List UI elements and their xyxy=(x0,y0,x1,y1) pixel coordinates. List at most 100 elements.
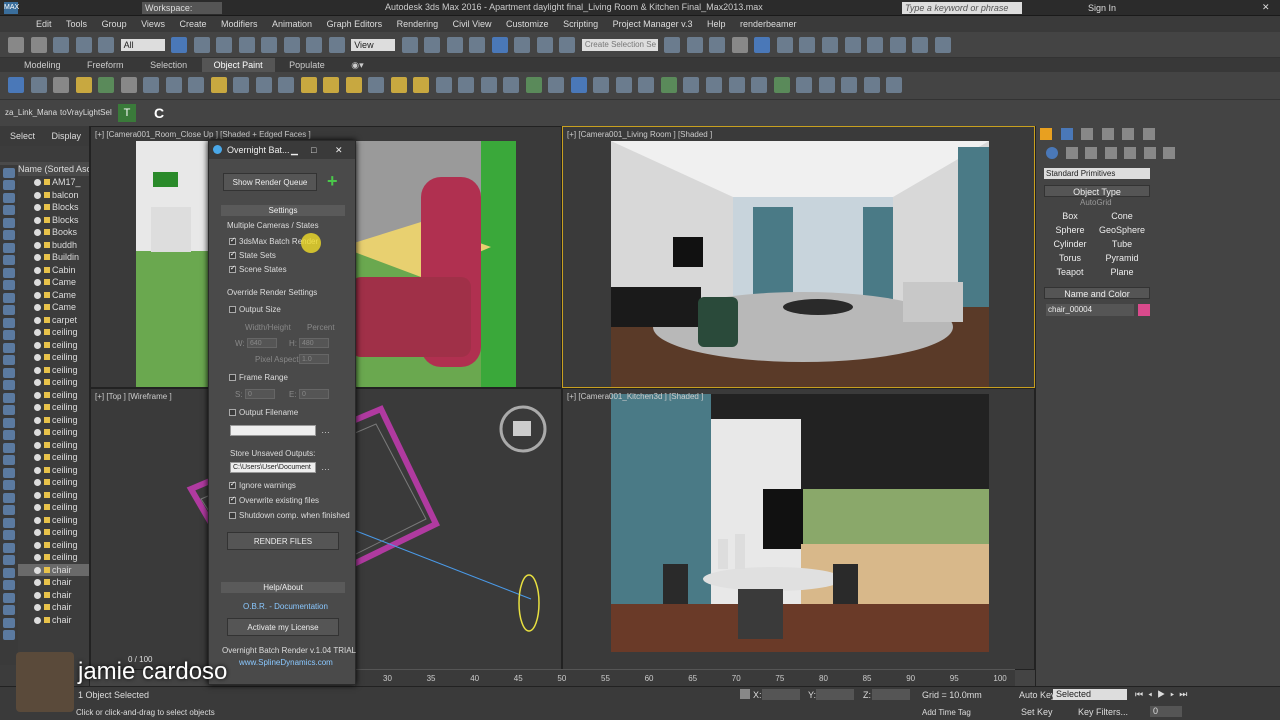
primitive-button[interactable]: Pyramid xyxy=(1097,252,1147,264)
frame-field[interactable]: 0 xyxy=(1150,706,1182,717)
menu-animation[interactable]: Animation xyxy=(266,16,318,32)
scale-icon[interactable] xyxy=(306,37,323,53)
frame-range-checkbox[interactable] xyxy=(229,374,236,381)
helpers-icon[interactable] xyxy=(1124,147,1137,159)
tools-icon[interactable] xyxy=(30,77,47,93)
settings-header[interactable]: Settings xyxy=(221,205,345,216)
tab-modeling[interactable]: Modeling xyxy=(12,58,73,72)
menu-create[interactable]: Create xyxy=(173,16,212,32)
help-about-header[interactable]: Help/About xyxy=(221,582,345,593)
filter-icon[interactable] xyxy=(3,367,15,378)
lock-selection-icon[interactable] xyxy=(740,689,750,699)
mesh-icon[interactable] xyxy=(435,77,452,93)
create-tab-icon[interactable] xyxy=(1040,128,1052,140)
workspace-dropdown[interactable]: Workspace: Default xyxy=(142,2,222,25)
show-render-queue-button[interactable]: Show Render Queue xyxy=(223,173,317,191)
filter-icon[interactable] xyxy=(3,205,15,215)
filter-icon[interactable] xyxy=(3,580,15,590)
angle-snap-icon[interactable] xyxy=(491,37,508,53)
auto-key-button[interactable]: Auto Key xyxy=(1019,690,1056,700)
geometry-icon[interactable] xyxy=(1046,147,1058,159)
box-tool-icon[interactable] xyxy=(751,77,768,93)
primitive-button[interactable]: Tube xyxy=(1097,238,1147,250)
z-field[interactable] xyxy=(872,689,910,700)
filter-icon[interactable] xyxy=(3,555,15,565)
render-teapot-icon[interactable] xyxy=(889,37,906,53)
eye-icon[interactable] xyxy=(863,77,880,93)
filter-icon[interactable] xyxy=(3,305,15,315)
filter-icon[interactable] xyxy=(3,467,15,478)
undo-icon[interactable] xyxy=(8,37,24,53)
monitor-icon[interactable] xyxy=(188,77,205,93)
output-filename-checkbox[interactable] xyxy=(229,409,236,416)
menu-scripting[interactable]: Scripting xyxy=(557,16,604,32)
output-size-checkbox[interactable] xyxy=(229,306,236,313)
x-field[interactable] xyxy=(762,689,800,700)
menu-tools[interactable]: Tools xyxy=(60,16,93,32)
lights-icon[interactable] xyxy=(1085,147,1098,159)
filter-icon[interactable] xyxy=(3,505,15,515)
batch-render-checkbox[interactable] xyxy=(229,236,236,245)
filter-icon[interactable] xyxy=(3,392,15,403)
camera-icon[interactable] xyxy=(143,77,160,93)
calendar-icon[interactable] xyxy=(728,77,745,93)
shapes-icon[interactable] xyxy=(1065,147,1078,159)
filter-icon[interactable] xyxy=(3,317,15,328)
fur-icon[interactable] xyxy=(368,77,385,93)
pin-icon[interactable] xyxy=(660,77,677,93)
timeline-ruler[interactable]: 30 35 40 45 50 55 60 65 70 75 80 85 90 95 100 xyxy=(355,669,1015,686)
list-icon[interactable] xyxy=(53,77,70,93)
render-icon[interactable] xyxy=(548,77,565,93)
sphere-tool-icon[interactable] xyxy=(255,77,272,93)
dome-light-icon[interactable] xyxy=(345,77,362,93)
filter-icon[interactable] xyxy=(3,292,15,303)
align-icon[interactable] xyxy=(686,37,703,53)
pivot-center-icon[interactable] xyxy=(401,37,418,53)
dialog-titlebar[interactable]: Overnight Bat... ▁ □ ✕ xyxy=(209,141,355,159)
wrench-icon[interactable] xyxy=(796,77,813,93)
filter-icon[interactable] xyxy=(3,530,15,540)
window-crossing-icon[interactable] xyxy=(238,37,255,53)
menu-group[interactable]: Group xyxy=(96,16,133,32)
filter-icon[interactable] xyxy=(3,492,15,503)
key-filters-button[interactable]: Key Filters... xyxy=(1078,707,1128,717)
height-field[interactable]: 480 xyxy=(299,338,329,348)
schematic-view-icon[interactable] xyxy=(776,37,793,53)
align-tool-icon[interactable] xyxy=(705,77,722,93)
toggle-ribbon-icon[interactable] xyxy=(731,37,748,53)
rc-icon[interactable] xyxy=(8,77,24,93)
selected-dropdown[interactable]: Selected xyxy=(1053,689,1127,700)
width-field[interactable]: 640 xyxy=(247,338,277,348)
bulb-icon[interactable] xyxy=(886,77,903,93)
filter-icon[interactable] xyxy=(3,455,15,465)
object-name-field[interactable]: chair_00004 xyxy=(1046,304,1134,316)
selection-filter-dropdown[interactable]: All xyxy=(120,39,165,51)
render-iterative-icon[interactable] xyxy=(912,37,929,53)
end-field[interactable]: 0 xyxy=(299,389,329,399)
keyboard-shortcut-icon[interactable] xyxy=(446,37,463,53)
layers-icon[interactable] xyxy=(165,77,182,93)
place-icon[interactable] xyxy=(328,37,345,53)
environment-icon[interactable] xyxy=(503,77,520,93)
signin-link[interactable]: Sign In xyxy=(1088,3,1116,13)
filter-icon[interactable] xyxy=(3,480,15,490)
refresh-icon[interactable] xyxy=(638,77,655,93)
plant-icon[interactable] xyxy=(525,77,542,93)
filter-icon[interactable] xyxy=(3,355,15,365)
region-icon[interactable] xyxy=(593,77,610,93)
edit-named-selection-icon[interactable] xyxy=(559,37,576,53)
tab-display[interactable]: Display xyxy=(52,131,82,141)
curve-editor-icon[interactable] xyxy=(754,37,771,53)
rendered-frame-icon[interactable] xyxy=(844,37,861,53)
filter-icon[interactable] xyxy=(3,630,15,640)
primitive-button[interactable]: Cone xyxy=(1097,210,1147,222)
primitive-button[interactable]: Torus xyxy=(1045,252,1095,264)
menu-customize[interactable]: Customize xyxy=(500,16,555,32)
filter-icon[interactable] xyxy=(3,342,15,353)
rectangular-selection-icon[interactable] xyxy=(216,37,233,53)
mirror-icon[interactable] xyxy=(664,37,681,53)
primitive-button[interactable]: Sphere xyxy=(1045,224,1095,236)
scene-states-checkbox[interactable] xyxy=(229,264,236,273)
spinner-snap-icon[interactable] xyxy=(536,37,553,53)
unlink-icon[interactable] xyxy=(75,37,92,53)
